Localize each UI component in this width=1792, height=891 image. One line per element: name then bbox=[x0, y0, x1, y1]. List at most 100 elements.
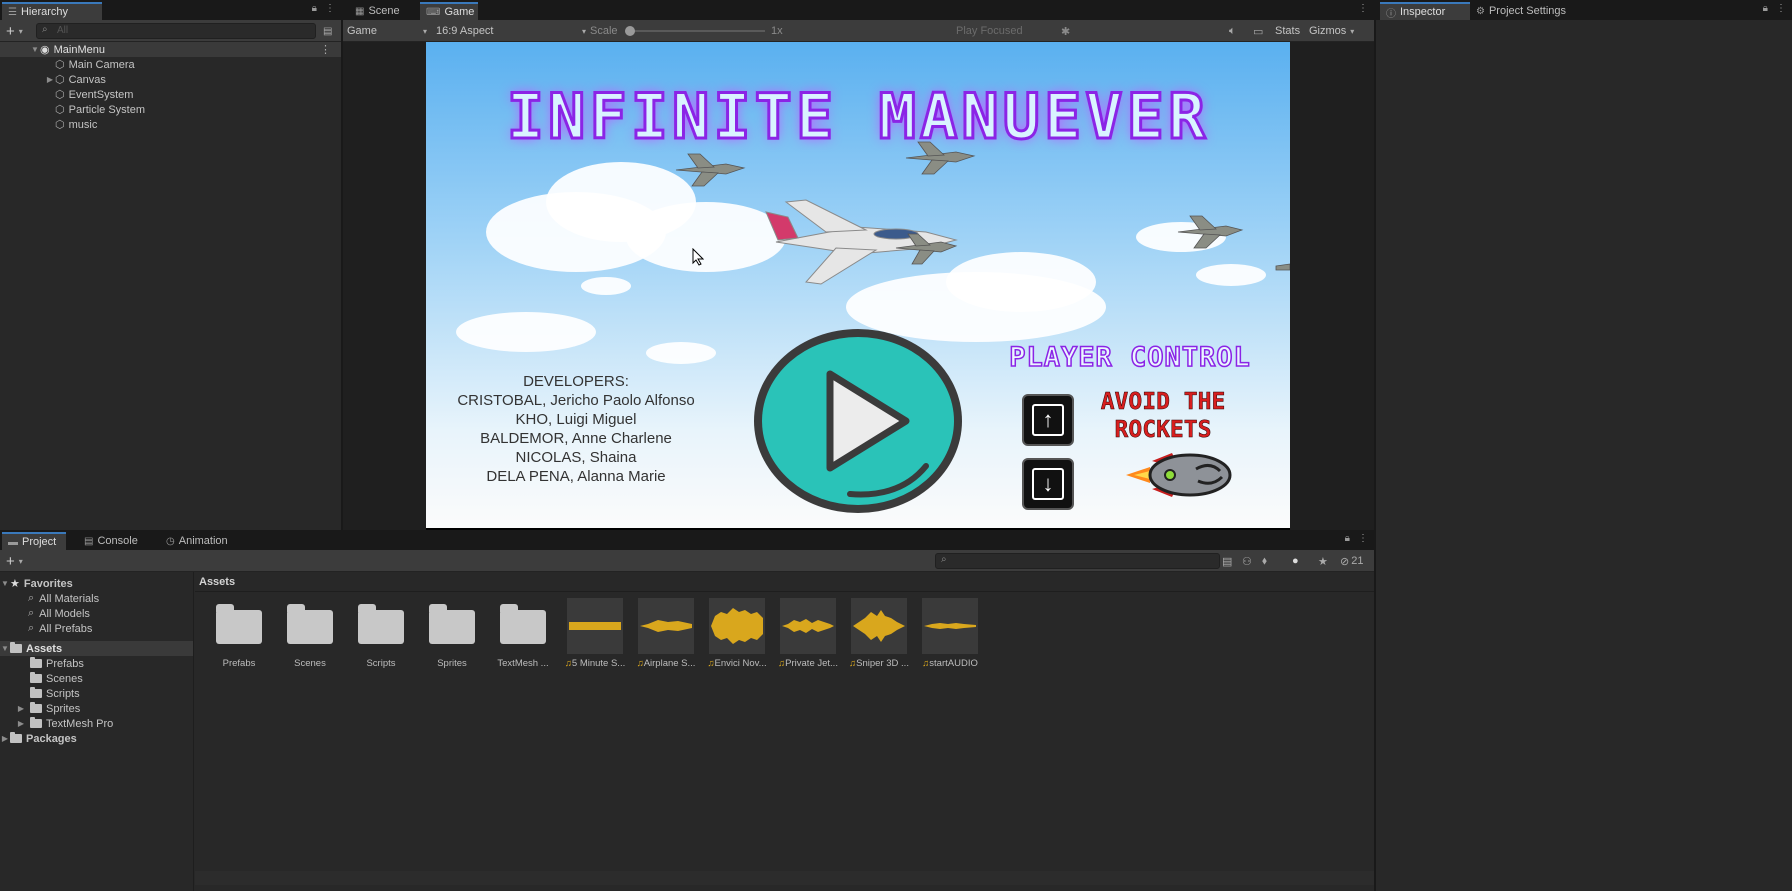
project-tabbar: ▬ Project ▤ Console ◷ Animation 🔒︎ ⋮ bbox=[0, 530, 1374, 550]
hierarchy-search-input[interactable]: ⌕ All bbox=[36, 23, 316, 39]
packages-root[interactable]: ▶ Packages bbox=[0, 731, 193, 746]
play-button[interactable] bbox=[750, 326, 966, 516]
game-view[interactable]: INFINITE MANUEVER DEVELOPERS: CRISTOBAL,… bbox=[426, 42, 1290, 528]
shortcuts-icon[interactable]: ▭ bbox=[1253, 23, 1263, 39]
asset-folder-item[interactable]: ▶ Sprites bbox=[0, 701, 193, 716]
asset-item-folder[interactable]: Scenes bbox=[277, 598, 343, 669]
filter-icon[interactable]: ⚇ bbox=[1242, 553, 1252, 569]
scene-more-icon[interactable]: ⋮ bbox=[320, 43, 331, 56]
more-icon[interactable]: ⋮ bbox=[1358, 3, 1368, 14]
up-arrow-icon: ↑ bbox=[1032, 404, 1064, 436]
assets-root[interactable]: ▼ Assets bbox=[0, 641, 193, 656]
search-by-type-icon[interactable]: ▤ bbox=[1222, 553, 1232, 569]
favorites-header[interactable]: ▼ ★ Favorites bbox=[0, 576, 193, 591]
stats-button[interactable]: Stats bbox=[1275, 23, 1300, 39]
asset-folder-item[interactable]: ▶ TextMesh Pro bbox=[0, 716, 193, 731]
favorite-item[interactable]: ⌕ All Materials bbox=[0, 591, 193, 606]
asset-label: 5 Minute S... bbox=[571, 658, 626, 669]
hierarchy-item[interactable]: ▶ ⬡ Canvas bbox=[0, 72, 341, 87]
asset-label: Sprites bbox=[437, 658, 467, 669]
expand-arrow-icon[interactable]: ▼ bbox=[0, 579, 10, 588]
play-mode-select[interactable]: Play Focused ▾ bbox=[956, 23, 1066, 39]
asset-item-folder[interactable]: TextMesh ... bbox=[490, 598, 556, 669]
unity-scene-icon: ◉ bbox=[40, 44, 50, 56]
center-tabbar: ▦ Scene ⌨ Game ⋮ bbox=[343, 0, 1374, 20]
tab-hierarchy[interactable]: ☰ Hierarchy bbox=[2, 2, 102, 20]
asset-folder-label: Scenes bbox=[46, 672, 83, 685]
scale-slider-handle[interactable] bbox=[625, 26, 635, 36]
hierarchy-item[interactable]: ⬡ music bbox=[0, 117, 341, 132]
create-button[interactable]: + ▾ bbox=[6, 553, 23, 570]
asset-item-audio[interactable]: ♫Sniper 3D ... bbox=[846, 598, 912, 669]
gizmos-label: Gizmos bbox=[1309, 25, 1347, 37]
expand-arrow-icon[interactable]: ▶ bbox=[0, 734, 10, 743]
expand-arrow-icon[interactable]: ▶ bbox=[16, 704, 26, 713]
down-key: ↓ bbox=[1022, 458, 1074, 510]
tab-project-settings[interactable]: ⚙ Project Settings bbox=[1470, 2, 1610, 20]
more-icon[interactable]: ⋮ bbox=[1776, 3, 1786, 14]
gizmos-button[interactable]: Gizmos ▾ bbox=[1309, 23, 1354, 39]
scene-row[interactable]: ▼ ◉ MainMenu ⋮ bbox=[0, 42, 341, 57]
info-icon[interactable]: ● bbox=[1292, 553, 1299, 569]
star-icon[interactable]: ★ bbox=[1318, 553, 1328, 569]
asset-item-audio[interactable]: ♫Envici Nov... bbox=[704, 598, 770, 669]
asset-item-folder[interactable]: Sprites bbox=[419, 598, 485, 669]
avoid-rockets-text: AVOID THE ROCKETS bbox=[1088, 388, 1238, 444]
asset-label: Envici Nov... bbox=[714, 658, 767, 669]
gameobject-cube-icon: ⬡ bbox=[55, 104, 65, 116]
asset-item-folder[interactable]: Prefabs bbox=[206, 598, 272, 669]
asset-item-audio[interactable]: ♫startAUDIO bbox=[917, 598, 983, 669]
hidden-packages-button[interactable]: ⊘ 21 bbox=[1340, 553, 1363, 569]
asset-label: Prefabs bbox=[222, 658, 256, 669]
asset-item-audio[interactable]: ♫Airplane S... bbox=[633, 598, 699, 669]
more-icon[interactable]: ⋮ bbox=[325, 3, 335, 14]
tab-project[interactable]: ▬ Project bbox=[2, 532, 66, 550]
hierarchy-panel: ☰ Hierarchy 🔒︎ ⋮ + ▾ ⌕ All ▤ ▼ ◉ MainMenu… bbox=[0, 0, 341, 530]
breadcrumb-assets[interactable]: Assets bbox=[199, 576, 235, 588]
asset-item-folder[interactable]: Scripts bbox=[348, 598, 414, 669]
search-filter-icon[interactable]: ▤ bbox=[323, 23, 332, 39]
favorite-item[interactable]: ⌕ All Prefabs bbox=[0, 621, 193, 636]
list-icon: ☰ bbox=[8, 6, 17, 18]
tab-console[interactable]: ▤ Console bbox=[78, 532, 154, 550]
lock-icon[interactable]: 🔒︎ bbox=[312, 3, 317, 14]
project-search-input[interactable]: ⌕ bbox=[935, 553, 1220, 569]
expand-arrow-icon[interactable]: ▼ bbox=[30, 45, 40, 54]
asset-folder-item[interactable]: Scripts bbox=[0, 686, 193, 701]
cloud bbox=[646, 342, 716, 364]
scale-slider[interactable] bbox=[625, 23, 765, 39]
asset-item-audio[interactable]: ♫5 Minute S... bbox=[562, 598, 628, 669]
asset-folder-label: TextMesh Pro bbox=[46, 717, 114, 730]
bug-icon[interactable]: ✱ bbox=[1061, 23, 1070, 39]
lock-icon[interactable]: 🔒︎ bbox=[1763, 3, 1768, 14]
folder-icon bbox=[30, 687, 42, 698]
developer-name: KHO, Luigi Miguel bbox=[515, 411, 637, 428]
expand-arrow-icon[interactable]: ▼ bbox=[0, 644, 10, 653]
gameobject-cube-icon: ⬡ bbox=[55, 89, 65, 101]
favorite-item[interactable]: ⌕ All Models bbox=[0, 606, 193, 621]
mute-audio-icon[interactable]: 🔈︎ bbox=[1229, 23, 1236, 39]
audio-waveform-icon bbox=[638, 598, 694, 654]
search-icon: ⌕ bbox=[28, 592, 35, 604]
tab-game[interactable]: ⌨ Game bbox=[420, 2, 478, 20]
label-tag-icon[interactable]: ⬧ bbox=[1262, 553, 1267, 569]
tab-inspector[interactable]: ⓘ Inspector bbox=[1380, 2, 1470, 20]
add-button[interactable]: + ▾ bbox=[6, 23, 23, 40]
hierarchy-item[interactable]: ⬡ EventSystem bbox=[0, 87, 341, 102]
hierarchy-item[interactable]: ⬡ Particle System bbox=[0, 102, 341, 117]
aspect-select[interactable]: 16:9 Aspect ▾ bbox=[436, 23, 586, 39]
expand-arrow-icon[interactable]: ▶ bbox=[45, 75, 55, 84]
more-icon[interactable]: ⋮ bbox=[1358, 533, 1368, 544]
favorite-item-label: All Prefabs bbox=[39, 622, 93, 635]
asset-folder-item[interactable]: Scenes bbox=[0, 671, 193, 686]
tab-scene[interactable]: ▦ Scene bbox=[349, 2, 411, 20]
hierarchy-item[interactable]: ⬡ Main Camera bbox=[0, 57, 341, 72]
display-select[interactable]: Game ▾ bbox=[347, 23, 427, 39]
expand-arrow-icon[interactable]: ▶ bbox=[16, 719, 26, 728]
tab-animation[interactable]: ◷ Animation bbox=[160, 532, 246, 550]
inspector-content bbox=[1376, 20, 1792, 891]
asset-item-audio[interactable]: ♫Private Jet... bbox=[775, 598, 841, 669]
asset-folder-item[interactable]: Prefabs bbox=[0, 656, 193, 671]
lock-icon[interactable]: 🔒︎ bbox=[1345, 533, 1350, 544]
hierarchy-toolbar: + ▾ ⌕ All ▤ bbox=[0, 20, 341, 42]
